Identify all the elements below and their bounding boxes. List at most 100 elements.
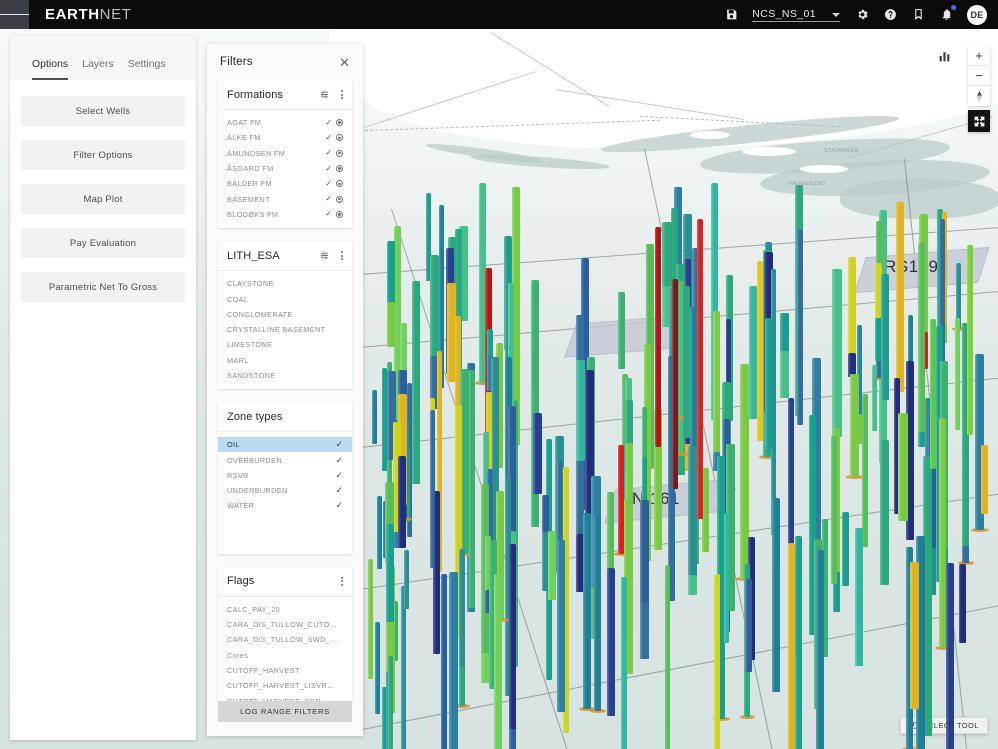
well-cylinder[interactable] bbox=[831, 436, 837, 583]
check-icon[interactable]: ✓ bbox=[335, 501, 343, 510]
well-cylinder[interactable] bbox=[749, 286, 756, 420]
tab-layers[interactable]: Layers bbox=[82, 58, 114, 80]
gear-icon[interactable] bbox=[855, 7, 870, 22]
visibility-target-icon[interactable] bbox=[336, 211, 343, 218]
filter-item-row[interactable]: Cores bbox=[218, 648, 352, 663]
filter-item-row[interactable]: RSVR✓ bbox=[218, 468, 352, 483]
well-cylinder[interactable] bbox=[433, 491, 440, 654]
well-cylinder[interactable] bbox=[618, 292, 625, 369]
zoom-out-button[interactable]: − bbox=[968, 66, 990, 86]
well-cylinder[interactable] bbox=[583, 513, 590, 709]
pay-evaluation-button[interactable]: Pay Evaluation bbox=[21, 228, 185, 258]
well-cylinder-outlier[interactable] bbox=[388, 656, 393, 749]
well-cylinder-highlight[interactable] bbox=[672, 279, 678, 489]
project-select[interactable]: NCS_NS_01 bbox=[752, 8, 840, 22]
well-cylinder-highlight[interactable] bbox=[697, 219, 703, 519]
filter-item-row[interactable]: CARA_DIS_TULLOW_SWD_… bbox=[218, 632, 352, 647]
select-tool-button[interactable]: SELECT TOOL bbox=[900, 717, 988, 734]
well-cylinder-outlier[interactable] bbox=[401, 586, 406, 749]
close-icon[interactable]: ✕ bbox=[339, 56, 350, 69]
filter-item-row[interactable]: BALDER FM✓ bbox=[218, 176, 352, 191]
filter-item-row[interactable]: CLAYSTONE bbox=[218, 276, 352, 291]
well-cylinder[interactable] bbox=[898, 413, 907, 522]
check-icon[interactable]: ✓ bbox=[335, 471, 343, 480]
well-cylinder-highlight[interactable] bbox=[757, 261, 763, 441]
bell-icon[interactable] bbox=[939, 7, 954, 22]
well-cylinder[interactable] bbox=[688, 446, 697, 594]
filter-item-row[interactable]: AMUNDSEN FM✓ bbox=[218, 146, 352, 161]
well-cylinder[interactable] bbox=[533, 413, 542, 494]
well-cylinder[interactable] bbox=[724, 513, 729, 644]
filter-settings-icon[interactable] bbox=[319, 250, 330, 261]
filter-item-row[interactable]: BASEMENT✓ bbox=[218, 191, 352, 206]
visibility-target-icon[interactable] bbox=[336, 119, 343, 126]
help-circle-icon[interactable] bbox=[883, 7, 898, 22]
well-cylinder[interactable] bbox=[509, 544, 516, 749]
well-cylinder[interactable] bbox=[576, 360, 585, 461]
well-cylinder[interactable] bbox=[765, 318, 773, 449]
well-cylinder[interactable] bbox=[441, 574, 447, 749]
check-icon[interactable]: ✓ bbox=[325, 195, 332, 203]
visibility-target-icon[interactable] bbox=[336, 134, 343, 141]
visibility-target-icon[interactable] bbox=[336, 196, 343, 203]
filter-item-row[interactable]: ÅSGARD FM✓ bbox=[218, 161, 352, 176]
tab-settings[interactable]: Settings bbox=[128, 58, 166, 80]
well-cylinder[interactable] bbox=[469, 370, 475, 608]
filter-item-row[interactable]: MARL bbox=[218, 353, 352, 368]
check-icon[interactable]: ✓ bbox=[325, 149, 332, 157]
well-cylinder[interactable] bbox=[713, 311, 720, 471]
well-cylinder[interactable] bbox=[621, 577, 626, 749]
fullscreen-expand-icon[interactable] bbox=[968, 110, 990, 132]
well-cylinder[interactable] bbox=[850, 374, 859, 477]
well-cylinder[interactable] bbox=[714, 574, 720, 749]
filter-item-row[interactable]: SANDSTONE bbox=[218, 368, 352, 383]
compass-north-icon[interactable] bbox=[968, 86, 990, 106]
well-cylinder-highlight[interactable] bbox=[655, 227, 661, 447]
visibility-target-icon[interactable] bbox=[336, 165, 343, 172]
filter-item-row[interactable]: CUTOFF_HARVEST bbox=[218, 663, 352, 678]
bar-chart-icon[interactable] bbox=[938, 50, 951, 68]
filter-item-row[interactable]: OIL✓ bbox=[218, 437, 352, 452]
save-disk-icon[interactable] bbox=[724, 7, 739, 22]
check-icon[interactable]: ✓ bbox=[335, 456, 343, 465]
filter-item-row[interactable]: AGAT FM✓ bbox=[218, 115, 352, 130]
well-cylinder[interactable] bbox=[910, 562, 918, 709]
well-cylinder[interactable] bbox=[494, 574, 502, 749]
well-cylinder[interactable] bbox=[946, 563, 954, 749]
well-cylinder[interactable] bbox=[665, 565, 670, 749]
well-cylinder[interactable] bbox=[412, 281, 419, 484]
visibility-target-icon[interactable] bbox=[336, 150, 343, 157]
filter-item-row[interactable]: CONGLOMERATE bbox=[218, 307, 352, 322]
well-cylinder-outlier[interactable] bbox=[368, 559, 373, 679]
check-icon[interactable]: ✓ bbox=[325, 134, 332, 142]
well-cylinder-outlier[interactable] bbox=[372, 390, 377, 444]
log-range-filters-button[interactable]: LOG RANGE FILTERS bbox=[218, 701, 352, 722]
filter-item-row[interactable]: CRYSTALLINE BASEMENT bbox=[218, 322, 352, 337]
filter-item-row[interactable]: WATER✓ bbox=[218, 498, 352, 513]
well-cylinder-outlier[interactable] bbox=[404, 550, 409, 609]
filter-item-row[interactable]: OVERBURDEN✓ bbox=[218, 452, 352, 467]
well-cylinder[interactable] bbox=[855, 528, 863, 666]
well-cylinder-outlier[interactable] bbox=[375, 622, 380, 714]
well-cylinder[interactable] bbox=[797, 230, 803, 425]
bookmark-icon[interactable] bbox=[911, 7, 926, 22]
well-cylinder-outlier[interactable] bbox=[377, 496, 382, 568]
check-icon[interactable]: ✓ bbox=[325, 210, 332, 218]
well-cylinder[interactable] bbox=[772, 498, 779, 692]
check-icon[interactable]: ✓ bbox=[335, 440, 343, 449]
filter-options-button[interactable]: Filter Options bbox=[21, 140, 185, 170]
well-cylinder[interactable] bbox=[918, 243, 925, 448]
filter-item-row[interactable]: CARA_DIS_TULLOW_CUTO… bbox=[218, 617, 352, 632]
tab-options[interactable]: Options bbox=[32, 58, 68, 80]
well-cylinder[interactable] bbox=[881, 274, 889, 400]
well-cylinder[interactable] bbox=[386, 524, 394, 622]
filter-item-row[interactable]: CALC_PAY_20 bbox=[218, 602, 352, 617]
kebab-menu-icon[interactable] bbox=[341, 577, 343, 586]
kebab-menu-icon[interactable] bbox=[341, 90, 343, 99]
check-icon[interactable]: ✓ bbox=[325, 165, 332, 173]
filter-settings-icon[interactable] bbox=[319, 89, 330, 100]
well-cylinder[interactable] bbox=[959, 564, 967, 642]
well-cylinder[interactable] bbox=[548, 531, 557, 601]
map-plot-button[interactable]: Map Plot bbox=[21, 184, 185, 214]
filter-item-row[interactable]: BLODØKS FM✓ bbox=[218, 207, 352, 222]
